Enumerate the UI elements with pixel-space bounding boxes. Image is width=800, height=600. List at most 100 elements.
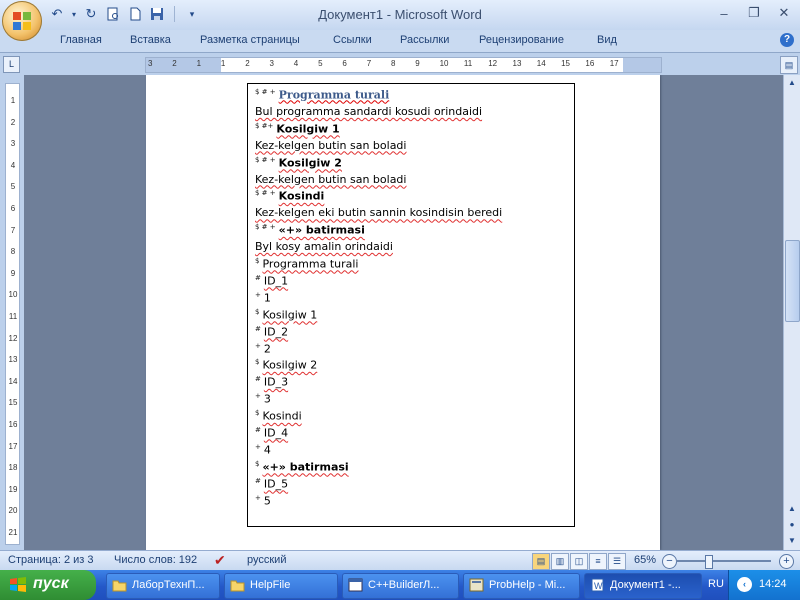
document-line[interactable]: +3 — [255, 392, 271, 406]
document-line-text: Kosindi — [262, 409, 302, 423]
taskbar-button-label: Документ1 -... — [610, 579, 681, 591]
ruler-number: 4 — [293, 59, 299, 68]
ruler-number: 11 — [8, 312, 18, 321]
horizontal-ruler[interactable]: 3 2 1 1 2 3 4 5 6 7 8 9 10 11 12 13 14 15 16 17 — [145, 57, 662, 73]
vertical-ruler[interactable]: 1 2 3 4 5 6 7 8 9 10 11 12 13 14 15 16 17 18 19 20 21 — [0, 75, 24, 550]
draft-view-icon[interactable]: ☰ — [608, 553, 626, 570]
document-line[interactable]: # ID_5 — [255, 477, 288, 491]
tab-mailings[interactable]: Рассылки — [400, 34, 449, 46]
document-text-frame[interactable]: $ # + Programma turali Bul programma sanda… — [247, 83, 575, 527]
print-layout-view-icon[interactable]: ▤ — [532, 553, 550, 570]
document-line-text: Kosilgiw 2 — [262, 359, 318, 373]
document-line[interactable]: # ID_3 — [255, 375, 288, 389]
document-line[interactable]: $ Programma turali — [255, 257, 359, 271]
footnote-marks: $ # + — [255, 189, 276, 198]
document-line[interactable]: $ # + Kosilgiw 2 — [255, 156, 342, 170]
ruler-row: L 3 2 1 1 2 3 4 5 6 7 8 9 10 11 12 13 14 15 16 17 ▤ — [0, 53, 800, 75]
browse-object-icon[interactable]: ● — [784, 517, 800, 533]
document-line[interactable]: +5 — [255, 494, 271, 508]
document-line[interactable]: $ # + Programma turali — [255, 88, 389, 102]
tab-page-layout[interactable]: Разметка страницы — [200, 34, 300, 46]
tab-references[interactable]: Ссылки — [333, 34, 372, 46]
document-page[interactable]: $ # + Programma turali Bul programma sanda… — [146, 75, 660, 550]
document-line[interactable]: $ Kosindi — [255, 409, 302, 423]
tab-selector-icon[interactable]: L — [3, 56, 20, 73]
document-line-text: ID_3 — [263, 375, 289, 389]
zoom-slider[interactable] — [676, 560, 771, 562]
document-line[interactable]: $ # + Kosindi — [255, 189, 324, 203]
document-line[interactable]: $ Kosilgiw 1 — [255, 308, 317, 322]
scrollbar-thumb[interactable] — [785, 240, 800, 322]
tray-arrow-icon[interactable]: ‹ — [737, 577, 752, 592]
zoom-out-icon[interactable]: − — [662, 554, 677, 569]
footnote-marks: # — [255, 324, 261, 333]
document-line[interactable]: $ # + «+» batirmasi — [255, 223, 365, 237]
taskbar-button-label: ProbHelp - Mi... — [489, 579, 566, 591]
view-ruler-icon[interactable]: ▤ — [780, 56, 798, 74]
document-line[interactable]: +1 — [255, 291, 271, 305]
document-line[interactable]: Bul programma sandardi kosudi orindaidi — [255, 105, 482, 118]
outline-view-icon[interactable]: ≡ — [589, 553, 607, 570]
language-indicator[interactable]: RU — [708, 578, 724, 590]
tab-review[interactable]: Рецензирование — [479, 34, 564, 46]
office-button[interactable] — [2, 1, 42, 41]
ruler-number: 12 — [8, 333, 18, 343]
web-layout-icon[interactable]: ◫ — [570, 553, 588, 570]
tab-home[interactable]: Главная — [60, 34, 102, 46]
taskbar-button[interactable]: W Документ1 -... — [584, 573, 702, 599]
help-icon[interactable]: ? — [780, 33, 794, 47]
document-line[interactable]: # ID_4 — [255, 426, 288, 440]
full-screen-reading-icon[interactable]: ▥ — [551, 553, 569, 570]
ruler-number: 1 — [10, 96, 16, 105]
restore-icon[interactable]: ❐ — [742, 4, 766, 22]
ruler-number: 3 — [269, 59, 274, 68]
scroll-up-icon[interactable]: ▲ — [784, 75, 800, 91]
app-window-icon — [348, 578, 363, 592]
document-line[interactable]: Kez-kelgen butin san boladi — [255, 173, 406, 186]
document-line[interactable]: Byl kosy amalin orindaidi — [255, 240, 393, 253]
page-count[interactable]: Страница: 2 из 3 — [8, 554, 94, 566]
word-count[interactable]: Число слов: 192 — [114, 554, 197, 566]
zoom-slider-thumb[interactable] — [705, 555, 713, 569]
ruler-number: 16 — [8, 420, 18, 429]
document-line-text: ID_2 — [263, 325, 289, 339]
footnote-marks: $ — [255, 409, 260, 418]
close-icon[interactable]: ✕ — [772, 4, 796, 22]
taskbar-button[interactable]: C++BuilderЛ... — [342, 573, 459, 599]
footnote-marks: + — [255, 442, 261, 451]
ruler-number: 17 — [609, 59, 619, 68]
zoom-in-icon[interactable]: + — [779, 554, 794, 569]
document-line[interactable]: $ #+ Kosilgiw 1 — [255, 122, 340, 136]
footnote-marks: $ # + — [255, 155, 276, 164]
start-button[interactable]: пуск — [0, 570, 96, 600]
previous-page-icon[interactable]: ▲ — [784, 501, 800, 517]
tab-insert[interactable]: Вставка — [130, 34, 171, 46]
title-bar: ↶ ▾ ↻ ▾ Документ1 - Microsoft Word – ❐ ✕ — [0, 0, 800, 30]
taskbar-button[interactable]: ProbHelp - Mi... — [463, 573, 580, 599]
ruler-number: 14 — [8, 376, 18, 386]
taskbar-button[interactable]: HelpFile — [224, 573, 338, 599]
vertical-scrollbar[interactable]: ▲ ▲ ● ▼ — [783, 75, 800, 550]
ruler-number: 8 — [10, 247, 16, 257]
document-language[interactable]: русский — [247, 554, 286, 566]
document-line[interactable]: +2 — [255, 342, 271, 356]
minimize-icon[interactable]: – — [712, 4, 736, 22]
ruler-number: 15 — [561, 59, 570, 68]
tab-view[interactable]: Вид — [597, 34, 617, 46]
spelling-check-icon[interactable]: ✔ — [214, 552, 226, 569]
document-line-text: 4 — [263, 443, 271, 457]
ruler-number: 10 — [439, 59, 449, 68]
help-workshop-icon — [469, 578, 484, 592]
taskbar-button[interactable]: ЛаборТехнП... — [106, 573, 220, 599]
next-page-icon[interactable]: ▼ — [784, 533, 800, 549]
document-line-text: Kosilgiw 2 — [278, 156, 342, 170]
document-line[interactable]: # ID_1 — [255, 274, 288, 288]
zoom-level[interactable]: 65% — [634, 554, 656, 566]
document-line[interactable]: $ «+» batirmasi — [255, 460, 349, 474]
document-line[interactable]: Kez-kelgen eki butin sannin kosindisin b… — [255, 206, 502, 219]
document-line[interactable]: # ID_2 — [255, 325, 288, 339]
document-line[interactable]: $ Kosilgiw 2 — [255, 358, 317, 372]
document-line[interactable]: Kez-kelgen butin san boladi — [255, 139, 406, 152]
document-line[interactable]: +4 — [255, 443, 271, 457]
ruler-number: 8 — [391, 59, 396, 68]
